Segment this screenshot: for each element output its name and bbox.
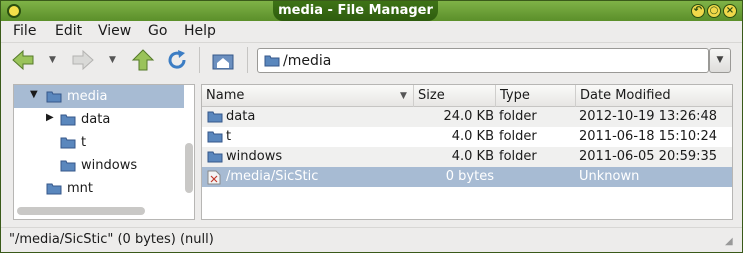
- file-list: Name ▼ Size Type Date Modified data 24.0…: [201, 84, 733, 220]
- status-text: "/media/SicStic" (0 bytes) (null): [9, 232, 214, 247]
- file-size: 0 bytes: [445, 169, 494, 184]
- side-pane-horizontal-scrollbar[interactable]: [17, 207, 145, 215]
- file-date: 2011-06-18 15:10:24: [579, 129, 718, 144]
- file-name: /media/SicStic: [226, 169, 319, 184]
- tree-item-label: windows: [81, 158, 138, 173]
- column-header-name[interactable]: Name: [202, 85, 414, 107]
- folder-icon: [60, 137, 76, 149]
- file-type: folder: [499, 149, 537, 164]
- table-row[interactable]: data 24.0 KB folder 2012-10-19 13:26:48: [202, 107, 732, 127]
- window-title: media - File Manager: [273, 1, 438, 21]
- tree-item-media[interactable]: ▼ media: [14, 85, 184, 108]
- folder-icon: [207, 111, 223, 123]
- toolbar: ▼ ▼ /media ▼: [1, 43, 742, 77]
- column-header-size[interactable]: Size: [414, 85, 496, 107]
- file-size: 24.0 KB: [443, 109, 494, 124]
- menu-go[interactable]: Go: [148, 23, 167, 39]
- file-name: data: [226, 109, 256, 124]
- broken-file-icon: [207, 170, 221, 185]
- file-name: windows: [226, 149, 283, 164]
- home-icon[interactable]: [211, 49, 235, 71]
- file-name: t: [226, 129, 232, 144]
- title-bar[interactable]: media - File Manager ↶ ○ ×: [1, 1, 742, 21]
- up-arrow-icon[interactable]: [131, 49, 155, 71]
- column-label: Type: [500, 88, 530, 103]
- folder-icon: [264, 55, 280, 67]
- tree-item-label: media: [67, 89, 108, 104]
- collapse-arrow-icon[interactable]: ▶: [46, 112, 54, 123]
- file-size: 4.0 KB: [451, 129, 494, 144]
- folder-icon: [60, 114, 76, 126]
- file-list-header: Name ▼ Size Type Date Modified: [202, 85, 732, 107]
- tree-item-data[interactable]: ▶ data: [14, 108, 184, 131]
- location-bar[interactable]: /media: [257, 48, 709, 73]
- column-label: Date Modified: [580, 88, 671, 103]
- column-header-date[interactable]: Date Modified: [576, 85, 732, 107]
- tree-item-mnt[interactable]: mnt: [14, 177, 184, 200]
- forward-history-dropdown-icon[interactable]: ▼: [109, 55, 116, 65]
- forward-arrow-icon[interactable]: [71, 49, 95, 71]
- menu-edit[interactable]: Edit: [55, 23, 82, 39]
- folder-icon: [46, 183, 62, 195]
- table-row[interactable]: windows 4.0 KB folder 2011-06-05 20:59:3…: [202, 147, 732, 167]
- file-size: 4.0 KB: [451, 149, 494, 164]
- folder-icon: [46, 91, 62, 103]
- folder-icon: [207, 151, 223, 163]
- status-bar: "/media/SicStic" (0 bytes) (null) ◢: [1, 227, 742, 252]
- sort-descending-icon[interactable]: ▼: [400, 85, 407, 107]
- table-row[interactable]: t 4.0 KB folder 2011-06-18 15:10:24: [202, 127, 732, 147]
- app-menu-icon[interactable]: [7, 4, 21, 18]
- file-type: folder: [499, 129, 537, 144]
- tree-item-label: t: [81, 135, 87, 150]
- file-date: 2012-10-19 13:26:48: [579, 109, 718, 124]
- column-label: Name: [206, 88, 245, 103]
- folder-icon: [207, 131, 223, 143]
- side-pane-tree: ▼ media ▶ data t windows mnt: [13, 84, 195, 220]
- location-dropdown-icon[interactable]: ▼: [709, 48, 731, 73]
- side-pane-vertical-scrollbar[interactable]: [185, 143, 193, 193]
- folder-icon: [60, 160, 76, 172]
- menu-file[interactable]: File: [13, 23, 36, 39]
- file-date: Unknown: [579, 169, 640, 184]
- menu-view[interactable]: View: [98, 23, 131, 39]
- close-icon[interactable]: ×: [723, 4, 737, 18]
- column-header-type[interactable]: Type: [496, 85, 576, 107]
- minimize-icon[interactable]: ↶: [691, 4, 705, 18]
- toolbar-separator: [199, 47, 200, 73]
- maximize-icon[interactable]: ○: [707, 4, 721, 18]
- menu-bar: File Edit View Go Help: [1, 21, 742, 43]
- tree-item-t[interactable]: t: [14, 131, 184, 154]
- menu-help[interactable]: Help: [184, 23, 216, 39]
- file-date: 2011-06-05 20:59:35: [579, 149, 718, 164]
- location-input[interactable]: /media: [283, 53, 331, 69]
- expand-arrow-icon[interactable]: ▼: [30, 89, 38, 100]
- tree-item-label: data: [81, 112, 111, 127]
- back-arrow-icon[interactable]: [11, 49, 35, 71]
- toolbar-separator: [247, 47, 248, 73]
- file-type: folder: [499, 109, 537, 124]
- column-label: Size: [418, 88, 445, 103]
- reload-icon[interactable]: [165, 49, 189, 71]
- table-row[interactable]: /media/SicStic 0 bytes Unknown: [202, 167, 732, 187]
- tree-item-label: mnt: [67, 181, 93, 196]
- file-manager-window: media - File Manager ↶ ○ × File Edit Vie…: [0, 0, 743, 253]
- back-history-dropdown-icon[interactable]: ▼: [49, 55, 56, 65]
- resize-grip-icon[interactable]: ◢: [725, 236, 733, 247]
- tree-item-windows[interactable]: windows: [14, 154, 184, 177]
